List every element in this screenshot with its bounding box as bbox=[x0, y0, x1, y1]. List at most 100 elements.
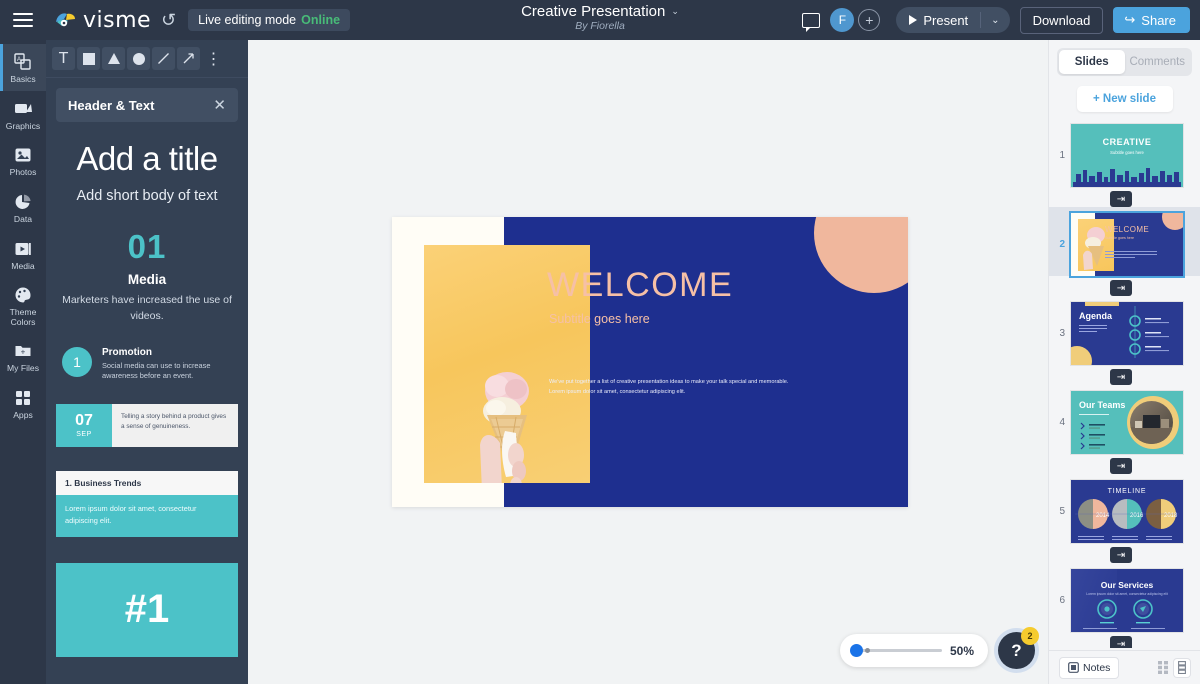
share-button[interactable]: ↪ Share bbox=[1113, 7, 1190, 33]
thumb-service-icons bbox=[1095, 599, 1159, 629]
panel-content: Add a title Add short body of text 01 Me… bbox=[46, 122, 248, 657]
slide-number: 4 bbox=[1049, 417, 1071, 428]
slide-body-text[interactable]: We've put together a list of creative pr… bbox=[549, 377, 794, 398]
hashtag-preview-item[interactable]: #1 bbox=[56, 563, 238, 657]
sidebar-item-photos[interactable]: Photos bbox=[0, 137, 46, 184]
slide-thumbnail[interactable]: CREATIVE Subtitle goes here bbox=[1071, 124, 1183, 187]
transition-icon[interactable]: ⇥ bbox=[1110, 369, 1132, 385]
sidebar-item-my-files[interactable]: + My Files bbox=[0, 333, 46, 380]
sidebar-label-basics: Basics bbox=[10, 75, 35, 85]
slide-list-item[interactable]: 6 Our Services Lorem ipsum dolor sit ame… bbox=[1049, 563, 1200, 632]
title-preview-item[interactable]: Add a title bbox=[56, 140, 238, 178]
sidebar-item-graphics[interactable]: Graphics bbox=[0, 91, 46, 138]
thumb-title: Agenda bbox=[1079, 311, 1112, 321]
help-badge: 2 bbox=[1021, 627, 1039, 645]
transition-icon[interactable]: ⇥ bbox=[1110, 458, 1132, 474]
slide-number: 2 bbox=[1049, 239, 1071, 250]
slide-title[interactable]: WELCOME bbox=[547, 266, 733, 305]
svg-text:+: + bbox=[21, 348, 26, 357]
slide-list-item[interactable]: 5 TIMELINE 2014 2016 bbox=[1049, 474, 1200, 543]
avatar[interactable]: F bbox=[830, 8, 854, 32]
circle-tool[interactable] bbox=[127, 47, 150, 70]
comment-icon[interactable] bbox=[802, 13, 820, 28]
close-icon[interactable]: ✕ bbox=[213, 96, 226, 114]
slide-list-item[interactable]: 1 CREATIVE Subtitle goes here bbox=[1049, 118, 1200, 187]
panel-title: Header & Text bbox=[68, 98, 154, 113]
add-user-button[interactable]: + bbox=[858, 9, 880, 31]
tab-comments[interactable]: Comments bbox=[1125, 50, 1191, 74]
slide-list-item[interactable]: 2 WELCOME Subtitle goes here bbox=[1049, 207, 1200, 276]
slide-thumbnail[interactable]: Our Teams bbox=[1071, 391, 1183, 454]
online-status: Online bbox=[301, 13, 340, 27]
present-button[interactable]: Present bbox=[896, 7, 980, 33]
share-icon: ↪ bbox=[1124, 12, 1135, 28]
stat-label: Media bbox=[56, 272, 238, 287]
slide-subtitle[interactable]: Subtitle goes here bbox=[549, 312, 650, 326]
rectangle-tool[interactable] bbox=[77, 47, 100, 70]
slide-thumbnail[interactable]: TIMELINE 2014 2016 201 bbox=[1071, 480, 1183, 543]
arrow-tool[interactable] bbox=[177, 47, 200, 70]
thumb-team-list bbox=[1079, 421, 1125, 451]
sidebar-item-theme-colors[interactable]: ThemeColors bbox=[0, 277, 46, 333]
zoom-slider[interactable] bbox=[852, 649, 942, 652]
sidebar-item-data[interactable]: Data bbox=[0, 184, 46, 231]
help-button[interactable]: ? 2 bbox=[998, 632, 1035, 669]
notes-icon bbox=[1068, 662, 1079, 673]
triangle-tool[interactable] bbox=[102, 47, 125, 70]
transition-icon[interactable]: ⇥ bbox=[1110, 280, 1132, 296]
more-tools-icon[interactable]: ⋮ bbox=[202, 47, 225, 70]
document-title[interactable]: Creative Presentation ⌄ bbox=[521, 3, 679, 20]
transition-icon[interactable]: ⇥ bbox=[1110, 636, 1132, 648]
tab-slides[interactable]: Slides bbox=[1059, 50, 1125, 74]
list-view-icon[interactable] bbox=[1174, 659, 1190, 677]
slide-thumbnail-list[interactable]: 1 CREATIVE Subtitle goes here ⇥ bbox=[1049, 118, 1200, 648]
chevron-down-icon[interactable]: ⌄ bbox=[671, 6, 679, 17]
transition-icon[interactable]: ⇥ bbox=[1110, 547, 1132, 563]
business-trends-title: 1. Business Trends bbox=[56, 471, 238, 495]
zoom-level: 50% bbox=[950, 644, 974, 658]
body-preview-item[interactable]: Add short body of text bbox=[56, 188, 238, 204]
business-trends-text: Lorem ipsum dolor sit amet, consectetur … bbox=[56, 495, 238, 537]
promotion-number: 1 bbox=[62, 347, 92, 377]
help-label: ? bbox=[1011, 641, 1021, 661]
thumb-subtitle: Subtitle goes here bbox=[1105, 236, 1134, 240]
canvas-area[interactable]: WELCOME Subtitle goes here We've put tog… bbox=[248, 40, 1048, 684]
live-editing-label: Live editing mode bbox=[198, 13, 296, 27]
slide-thumbnail[interactable]: Our Services Lorem ipsum dolor sit amet,… bbox=[1071, 569, 1183, 632]
text-tool[interactable]: T bbox=[52, 47, 75, 70]
document-title-text: Creative Presentation bbox=[521, 3, 665, 20]
notes-button[interactable]: Notes bbox=[1059, 657, 1119, 679]
notes-label: Notes bbox=[1083, 662, 1110, 674]
slide-thumbnail[interactable]: Agenda bbox=[1071, 302, 1183, 365]
line-tool[interactable] bbox=[152, 47, 175, 70]
thumb-title: WELCOME bbox=[1105, 225, 1149, 234]
date-card-text: Telling a story behind a product gives a… bbox=[112, 404, 238, 447]
thumb-title: TIMELINE bbox=[1071, 488, 1183, 495]
sidebar-label-apps: Apps bbox=[13, 411, 33, 421]
slide-list-item[interactable]: 4 Our Teams bbox=[1049, 385, 1200, 454]
stat-preview-item[interactable]: 01 Media Marketers have increased the us… bbox=[56, 228, 238, 325]
undo-icon[interactable]: ↺ bbox=[161, 11, 176, 29]
slide-thumbnail[interactable]: WELCOME Subtitle goes here bbox=[1071, 213, 1183, 276]
slide-number: 1 bbox=[1049, 150, 1071, 161]
hamburger-icon[interactable] bbox=[0, 0, 46, 40]
present-dropdown-icon[interactable]: ⌄ bbox=[980, 12, 1009, 28]
new-slide-button[interactable]: + New slide bbox=[1077, 86, 1173, 112]
sidebar-item-basics[interactable]: A Basics bbox=[0, 44, 46, 91]
business-trends-preview-item[interactable]: 1. Business Trends Lorem ipsum dolor sit… bbox=[56, 471, 238, 537]
sidebar-item-apps[interactable]: Apps bbox=[0, 380, 46, 427]
slide-list-item[interactable]: 3 Agenda bbox=[1049, 296, 1200, 365]
brand-logo-group[interactable]: visme bbox=[54, 8, 151, 33]
header-and-text-panel: T ⋮ Header & Text ✕ Add a title Add shor… bbox=[46, 40, 248, 684]
sidebar-item-media[interactable]: Media bbox=[0, 231, 46, 278]
promotion-preview-item[interactable]: 1 Promotion Social media can use to incr… bbox=[56, 347, 238, 382]
date-card-preview-item[interactable]: 07 SEP Telling a story behind a product … bbox=[56, 404, 238, 447]
grid-view-icon[interactable] bbox=[1155, 659, 1171, 677]
share-label: Share bbox=[1141, 13, 1176, 28]
transition-icon[interactable]: ⇥ bbox=[1110, 191, 1132, 207]
zoom-slider-knob[interactable] bbox=[850, 644, 863, 657]
slides-panel: Slides Comments + New slide 1 CREATIVE S… bbox=[1048, 40, 1200, 684]
svg-text:A: A bbox=[17, 57, 21, 63]
download-button[interactable]: Download bbox=[1020, 7, 1104, 34]
slide-editor-canvas[interactable]: WELCOME Subtitle goes here We've put tog… bbox=[392, 217, 908, 507]
